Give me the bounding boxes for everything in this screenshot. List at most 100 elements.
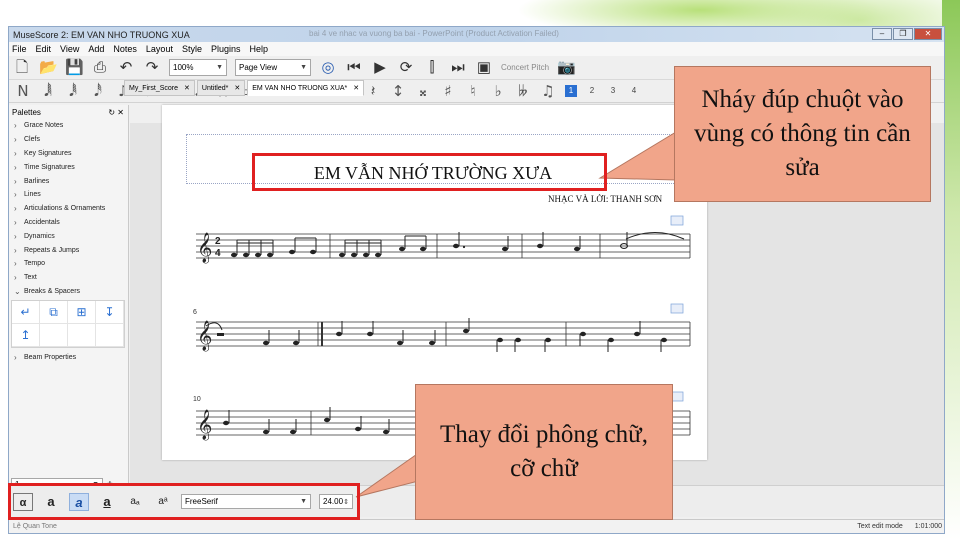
maximize-button[interactable]: ❐ bbox=[893, 28, 913, 40]
menu-file[interactable]: File bbox=[12, 44, 27, 54]
new-score-icon[interactable]: 🗋 bbox=[13, 59, 31, 77]
close-button[interactable]: ✕ bbox=[914, 28, 942, 40]
font-family-select[interactable]: FreeSerif ▼ bbox=[181, 494, 311, 509]
close-icon[interactable]: ✕ bbox=[184, 84, 190, 92]
section-break-icon[interactable]: ⊞ bbox=[68, 301, 96, 325]
loop-in-icon[interactable]: ⫿ bbox=[423, 59, 441, 77]
title-bar: MuseScore 2: EM VAN NHO TRUONG XUA bai 4… bbox=[9, 27, 944, 42]
staff-spacer-down-icon[interactable]: ↧ bbox=[96, 301, 124, 325]
menu-style[interactable]: Style bbox=[182, 44, 202, 54]
menu-view[interactable]: View bbox=[60, 44, 79, 54]
print-icon[interactable]: ⎙ bbox=[91, 59, 109, 77]
undo-icon[interactable]: ↶ bbox=[117, 59, 135, 77]
note-64th-icon[interactable]: 𝅘𝅥𝅲 bbox=[40, 82, 56, 100]
italic-icon[interactable]: a bbox=[69, 492, 89, 511]
note-32nd-icon[interactable]: 𝅘𝅥𝅱 bbox=[65, 82, 81, 100]
palette-accidentals[interactable]: › Accidentals bbox=[9, 216, 128, 230]
menu-edit[interactable]: Edit bbox=[36, 44, 52, 54]
tab-untitled[interactable]: Untitled* ✕ bbox=[196, 80, 246, 96]
voice-3-button[interactable]: 3 bbox=[607, 85, 619, 97]
flip-direction-icon[interactable]: ↕ bbox=[390, 82, 406, 100]
empty-cell bbox=[40, 324, 68, 348]
palettes-header: Palettes ↻ ✕ bbox=[9, 105, 128, 119]
note-16th-icon[interactable]: 𝅘𝅥𝅰 bbox=[90, 82, 106, 100]
voice-1-button[interactable]: 1 bbox=[565, 85, 577, 97]
menu-notes[interactable]: Notes bbox=[113, 44, 137, 54]
zoom-select[interactable]: 100% ▼ bbox=[169, 59, 227, 76]
chevron-right-icon: › bbox=[14, 135, 17, 145]
close-icon[interactable]: ↻ ✕ bbox=[108, 108, 124, 117]
note-input-icon[interactable]: N bbox=[15, 82, 31, 100]
palette-label: Articulations & Ornaments bbox=[24, 205, 106, 213]
font-size-stepper[interactable]: 24.00 ⇕ bbox=[319, 494, 353, 509]
palette-text[interactable]: › Text bbox=[9, 271, 128, 285]
flat-icon[interactable]: ♭ bbox=[490, 82, 506, 100]
zoom-value: 100% bbox=[173, 63, 194, 72]
tab-my-first-score[interactable]: My_First_Score ✕ bbox=[124, 80, 195, 96]
palette-label: Time Signatures bbox=[24, 163, 75, 171]
sharp-icon[interactable]: ♯ bbox=[440, 82, 456, 100]
double-flat-icon[interactable]: 𝄫 bbox=[515, 82, 531, 100]
menu-plugins[interactable]: Plugins bbox=[211, 44, 241, 54]
redo-icon[interactable]: ↷ bbox=[143, 59, 161, 77]
palette-barlines[interactable]: › Barlines bbox=[9, 174, 128, 188]
chevron-right-icon: › bbox=[14, 204, 17, 214]
score-title[interactable]: EM VẪN NHỚ TRƯỜNG XƯA bbox=[258, 163, 608, 184]
concert-pitch-toggle[interactable]: Concert Pitch bbox=[501, 63, 549, 72]
palette-label: Clefs bbox=[24, 136, 40, 144]
metronome-icon[interactable]: ◎ bbox=[319, 59, 337, 77]
natural-icon[interactable]: ♮ bbox=[465, 82, 481, 100]
loop-playback-icon[interactable]: ▣ bbox=[475, 59, 493, 77]
close-icon[interactable]: ✕ bbox=[353, 84, 359, 92]
voice-4-button[interactable]: 4 bbox=[628, 85, 640, 97]
palette-breaks-spacers[interactable]: ⌄ Breaks & Spacers bbox=[9, 285, 128, 299]
menu-add[interactable]: Add bbox=[88, 44, 104, 54]
staff-spacer-up-icon[interactable]: ↥ bbox=[12, 324, 40, 348]
composer-text[interactable]: NHẠC VÀ LỜI: THANH SƠN bbox=[548, 194, 688, 204]
loop-icon[interactable]: ⟳ bbox=[397, 59, 415, 77]
palette-label: Tempo bbox=[24, 260, 46, 268]
close-icon[interactable]: ✕ bbox=[234, 84, 240, 92]
voice-2-button[interactable]: 2 bbox=[586, 85, 598, 97]
palette-time-signatures[interactable]: › Time Signatures bbox=[9, 160, 128, 174]
rewind-icon[interactable]: ⏮ bbox=[345, 59, 363, 77]
menu-layout[interactable]: Layout bbox=[146, 44, 173, 54]
chevron-right-icon: › bbox=[14, 162, 17, 172]
chevron-right-icon: › bbox=[14, 231, 17, 241]
subscript-icon[interactable]: aₐ bbox=[125, 493, 145, 511]
double-sharp-icon[interactable]: 𝄪 bbox=[415, 82, 431, 100]
status-mode: Text edit mode bbox=[857, 523, 903, 530]
view-mode-select[interactable]: Page View ▼ bbox=[235, 59, 311, 76]
palette-repeats-jumps[interactable]: › Repeats & Jumps bbox=[9, 243, 128, 257]
save-icon[interactable]: 💾 bbox=[65, 59, 84, 77]
palette-grace-notes[interactable]: › Grace Notes bbox=[9, 119, 128, 133]
palette-articulations[interactable]: › Articulations & Ornaments bbox=[9, 202, 128, 216]
palette-label: Barlines bbox=[24, 177, 50, 185]
play-icon[interactable]: ▶ bbox=[371, 59, 389, 77]
tab-em-van-nho-truong-xua[interactable]: EM VAN NHO TRUONG XUA* ✕ bbox=[247, 80, 365, 96]
palette-key-signatures[interactable]: › Key Signatures bbox=[9, 147, 128, 161]
superscript-icon[interactable]: aᵃ bbox=[153, 493, 173, 511]
voice-icon[interactable]: ♫ bbox=[540, 82, 556, 100]
status-time: 1:01:000 bbox=[914, 523, 942, 530]
camera-icon[interactable]: 📷 bbox=[557, 59, 576, 77]
page-break-icon[interactable]: ⧉ bbox=[40, 301, 68, 325]
rest-icon[interactable]: 𝄽 bbox=[365, 82, 381, 100]
window-controls: – ❐ ✕ bbox=[872, 28, 942, 40]
line-break-icon[interactable]: ↵ bbox=[12, 301, 40, 325]
palette-beam-properties[interactable]: › Beam Properties bbox=[9, 350, 128, 364]
underline-icon[interactable]: a bbox=[97, 493, 117, 511]
open-icon[interactable]: 📂 bbox=[39, 59, 58, 77]
palette-label: Text bbox=[24, 274, 37, 282]
menu-help[interactable]: Help bbox=[250, 44, 269, 54]
palette-dynamics[interactable]: › Dynamics bbox=[9, 229, 128, 243]
bold-icon[interactable]: a bbox=[41, 493, 61, 511]
palette-clefs[interactable]: › Clefs bbox=[9, 133, 128, 147]
loop-out-icon[interactable]: ⏭ bbox=[449, 59, 467, 77]
palette-tempo[interactable]: › Tempo bbox=[9, 257, 128, 271]
chevron-down-icon: ▼ bbox=[300, 498, 307, 505]
palette-label: Grace Notes bbox=[24, 122, 64, 130]
minimize-button[interactable]: – bbox=[872, 28, 892, 40]
special-characters-icon[interactable]: α bbox=[13, 492, 33, 511]
palette-lines[interactable]: › Lines bbox=[9, 188, 128, 202]
